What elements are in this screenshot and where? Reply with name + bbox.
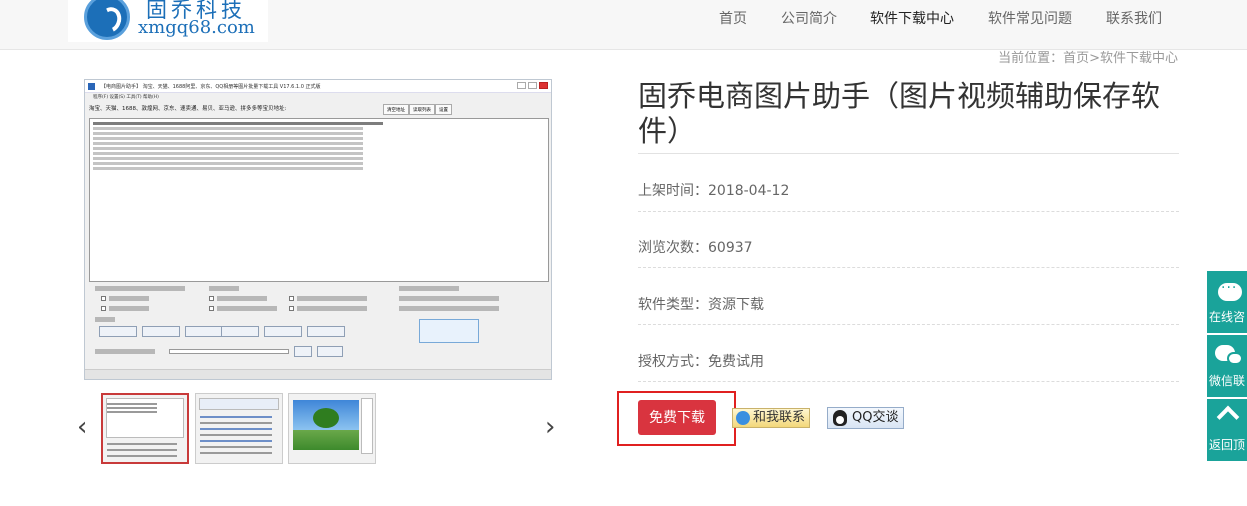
thumbnail-1[interactable] — [101, 393, 189, 464]
logo-domain: xmgq68.com — [138, 17, 255, 38]
screenshot-options — [89, 283, 549, 363]
side-online-consult[interactable]: 在线咨 — [1207, 271, 1247, 333]
contact-label: 和我联系 — [753, 410, 806, 425]
title-divider — [638, 153, 1179, 154]
thumbnail-2[interactable] — [195, 393, 283, 464]
product-title: 固乔电商图片助手（图片视频辅助保存软件） — [638, 79, 1161, 148]
divider — [638, 267, 1179, 268]
product-screenshot[interactable]: 【电商图片助手】 淘宝、天猫、1688阿里、京东、QQ相册等图片批量下载工具 V… — [84, 79, 552, 380]
software-type: 软件类型：资源下载 — [638, 297, 764, 313]
nav-contact[interactable]: 联系我们 — [1106, 8, 1162, 28]
divider — [638, 211, 1179, 212]
thumb-prev-arrow-icon[interactable]: ‹ — [77, 412, 87, 442]
view-count: 浏览次数：60937 — [638, 240, 753, 256]
qq-penguin-icon — [833, 410, 847, 426]
divider — [638, 381, 1179, 382]
side-wechat-contact[interactable]: 微信联 — [1207, 335, 1247, 397]
chevron-up-icon — [1216, 405, 1240, 429]
contact-me-button[interactable]: 和我联系 — [732, 408, 810, 428]
wechat-icon-part — [1227, 352, 1243, 365]
app-window-icon — [88, 83, 95, 90]
chat-bubble-icon — [1218, 280, 1242, 301]
free-download-button[interactable]: 免费下载 — [638, 400, 716, 435]
screenshot-read-button: 读取列表 — [409, 104, 435, 115]
divider — [638, 324, 1179, 325]
site-header: 固乔科技 xmgq68.com 首页 公司简介 软件下载中心 软件常见问题 联系… — [0, 0, 1247, 50]
contact-icon — [736, 411, 750, 425]
qq-chat-button[interactable]: QQ交谈 — [827, 407, 904, 429]
screenshot-title-text: 【电商图片助手】 淘宝、天猫、1688阿里、京东、QQ相册等图片批量下载工具 V… — [101, 84, 321, 90]
nav-home[interactable]: 首页 — [719, 8, 747, 28]
release-date: 上架时间：2018-04-12 — [638, 183, 790, 199]
window-controls — [517, 82, 548, 89]
side-online-label: 在线咨 — [1209, 310, 1246, 324]
thumbnail-3[interactable] — [288, 393, 376, 464]
page-root: 固乔科技 xmgq68.com 首页 公司简介 软件下载中心 软件常见问题 联系… — [0, 0, 1247, 506]
breadcrumb: 当前位置：首页>软件下载中心 — [998, 51, 1178, 66]
screenshot-menu: 程序(F) 设置(S) 工具(T) 帮助(H) — [93, 95, 159, 100]
nav-faq[interactable]: 软件常见问题 — [988, 8, 1072, 28]
site-logo[interactable]: 固乔科技 xmgq68.com — [68, 0, 268, 42]
side-wechat-label: 微信联 — [1209, 374, 1246, 388]
license-type: 授权方式：免费试用 — [638, 354, 764, 370]
screenshot-clear-button: 清空地址 — [383, 104, 409, 115]
screenshot-url-list — [89, 118, 549, 282]
screenshot-status-bar — [85, 369, 551, 379]
nav-about[interactable]: 公司简介 — [781, 8, 837, 28]
screenshot-start-download — [419, 319, 479, 343]
qq-chat-label: QQ交谈 — [852, 410, 899, 425]
logo-mark-icon — [84, 0, 130, 40]
screenshot-settings-button: 设置 — [435, 104, 452, 115]
thumb-next-arrow-icon[interactable]: › — [545, 412, 555, 442]
side-back-to-top[interactable]: 返回顶 — [1207, 399, 1247, 461]
nav-download-center[interactable]: 软件下载中心 — [870, 8, 954, 28]
tree-image — [313, 408, 339, 428]
screenshot-window-title: 【电商图片助手】 淘宝、天猫、1688阿里、京东、QQ相册等图片批量下载工具 V… — [85, 80, 551, 93]
screenshot-url-label: 淘宝、天猫、1688、敦煌网、京东、速卖通、易贝、亚马逊、拼多多等宝贝地址: — [89, 106, 287, 112]
side-top-label: 返回顶 — [1209, 438, 1246, 452]
